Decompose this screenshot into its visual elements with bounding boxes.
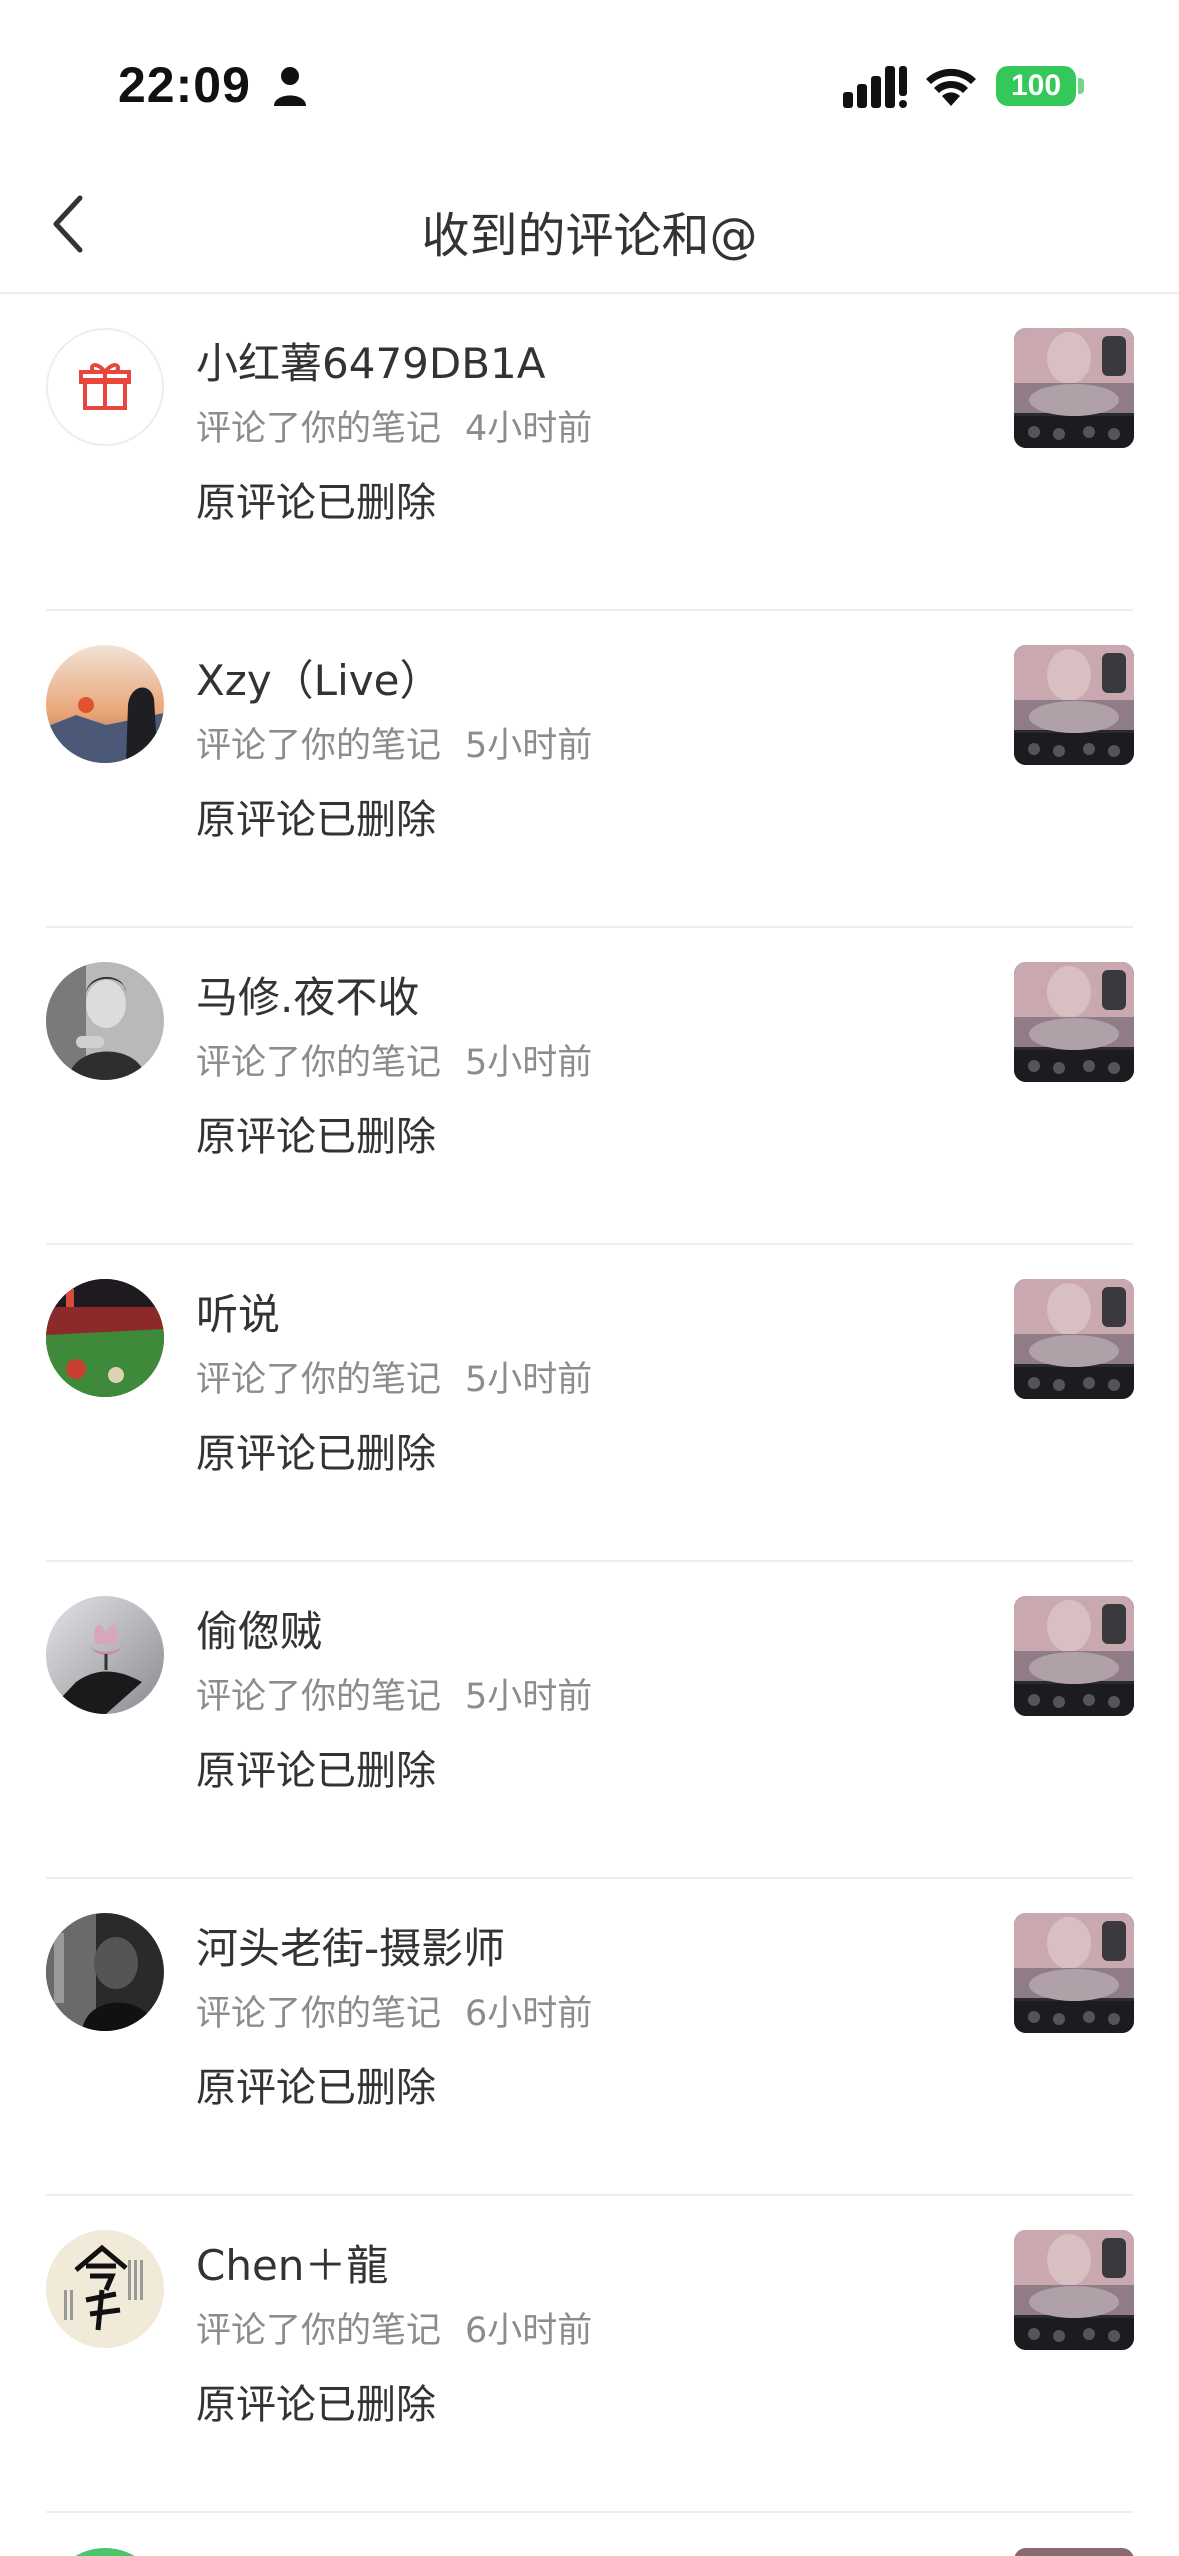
thumbnail-image xyxy=(1014,962,1134,1082)
list-item[interactable]: Xzy（Live） 评论了你的笔记 5小时前 原评论已删除 xyxy=(0,611,1179,928)
avatar-image xyxy=(46,1279,164,1397)
note-thumbnail[interactable] xyxy=(1014,2230,1134,2350)
comment-meta: 评论了你的笔记 5小时前 xyxy=(196,1351,592,1402)
avatar-image xyxy=(46,1596,164,1714)
comment-meta: 评论了你的笔记 5小时前 xyxy=(196,1668,592,1719)
status-bar: 22:09 100 xyxy=(0,0,1179,150)
action-text: 评论了你的笔记 xyxy=(196,1677,442,1717)
gift-avatar[interactable] xyxy=(46,328,164,446)
lotus-avatar[interactable] xyxy=(46,1596,164,1714)
person-icon xyxy=(274,67,306,106)
comment-text: 原评论已删除 xyxy=(196,1114,436,1160)
timestamp: 6小时前 xyxy=(465,2311,593,2351)
username[interactable]: 听说 xyxy=(196,1281,280,1342)
thumbnail-image xyxy=(1014,2230,1134,2350)
thumbnail-image xyxy=(1014,645,1134,765)
avatar-image xyxy=(46,962,164,1080)
username[interactable]: Xzy（Live） xyxy=(196,647,441,708)
partial-list-item[interactable] xyxy=(0,2520,1179,2556)
list-item[interactable]: Chen＋龍 评论了你的笔记 6小时前 原评论已删除 xyxy=(0,2196,1179,2513)
note-thumbnail[interactable] xyxy=(1014,1596,1134,1716)
bw-portrait-avatar[interactable] xyxy=(46,962,164,1080)
action-text: 评论了你的笔记 xyxy=(196,726,442,766)
comments-list: 小红薯6479DB1A 评论了你的笔记 4小时前 原评论已删除 Xzy（Live… xyxy=(0,294,1179,2513)
divider xyxy=(46,2511,1133,2513)
username[interactable]: 偷偬贼 xyxy=(196,1598,322,1659)
nav-bar: 收到的评论和@ xyxy=(0,150,1179,294)
action-text: 评论了你的笔记 xyxy=(196,2311,442,2351)
dark-photo-avatar[interactable] xyxy=(46,1913,164,2031)
note-thumbnail[interactable] xyxy=(1014,1279,1134,1399)
battery-tip xyxy=(1078,78,1084,94)
note-thumbnail[interactable] xyxy=(1014,328,1134,448)
comment-text: 原评论已删除 xyxy=(196,1748,436,1794)
note-thumbnail[interactable] xyxy=(1014,962,1134,1082)
timestamp: 5小时前 xyxy=(465,1677,593,1717)
comment-meta: 评论了你的笔记 4小时前 xyxy=(196,400,592,451)
thumbnail-image xyxy=(1014,328,1134,448)
comment-meta: 评论了你的笔记 6小时前 xyxy=(196,1985,592,2036)
avatar-image xyxy=(46,1913,164,2031)
comment-text: 原评论已删除 xyxy=(196,2065,436,2111)
list-item[interactable]: 偷偬贼 评论了你的笔记 5小时前 原评论已删除 xyxy=(0,1562,1179,1879)
timestamp: 6小时前 xyxy=(465,1994,593,2034)
thumbnail-image xyxy=(1014,1279,1134,1399)
timestamp: 5小时前 xyxy=(465,1043,593,1083)
comment-text: 原评论已删除 xyxy=(196,1431,436,1477)
username[interactable]: Chen＋龍 xyxy=(196,2232,388,2293)
comment-meta: 评论了你的笔记 5小时前 xyxy=(196,1034,592,1085)
action-text: 评论了你的笔记 xyxy=(196,1360,442,1400)
comment-meta: 评论了你的笔记 6小时前 xyxy=(196,2302,592,2353)
list-item[interactable]: 小红薯6479DB1A 评论了你的笔记 4小时前 原评论已删除 xyxy=(0,294,1179,611)
page-title: 收到的评论和@ xyxy=(421,208,758,264)
wifi-icon xyxy=(926,68,976,106)
timestamp: 4小时前 xyxy=(465,409,593,449)
action-text: 评论了你的笔记 xyxy=(196,409,442,449)
signal-icon xyxy=(843,66,907,108)
avatar-image xyxy=(46,2230,164,2348)
partial-avatar[interactable] xyxy=(46,2548,164,2556)
gift-icon xyxy=(79,363,131,410)
note-thumbnail[interactable] xyxy=(1014,1913,1134,2033)
thumbnail-image xyxy=(1014,1596,1134,1716)
username[interactable]: 马修.夜不收 xyxy=(196,964,419,1025)
username[interactable]: 小红薯6479DB1A xyxy=(196,330,546,391)
timestamp: 5小时前 xyxy=(465,1360,593,1400)
note-thumbnail[interactable] xyxy=(1014,645,1134,765)
comment-text: 原评论已删除 xyxy=(196,797,436,843)
calligraphy-avatar[interactable] xyxy=(46,2230,164,2348)
stadium-avatar[interactable] xyxy=(46,1279,164,1397)
thumbnail-image xyxy=(1014,1913,1134,2033)
action-text: 评论了你的笔记 xyxy=(196,1043,442,1083)
comment-meta: 评论了你的笔记 5小时前 xyxy=(196,717,592,768)
partial-thumbnail[interactable] xyxy=(1014,2548,1134,2556)
username[interactable]: 河头老街-摄影师 xyxy=(196,1915,505,1976)
battery-icon: 100 xyxy=(996,66,1076,106)
comment-text: 原评论已删除 xyxy=(196,2382,436,2428)
sunset-avatar[interactable] xyxy=(46,645,164,763)
status-time: 22:09 xyxy=(118,57,251,113)
avatar-image xyxy=(46,645,164,763)
list-item[interactable]: 马修.夜不收 评论了你的笔记 5小时前 原评论已删除 xyxy=(0,928,1179,1245)
timestamp: 5小时前 xyxy=(465,726,593,766)
action-text: 评论了你的笔记 xyxy=(196,1994,442,2034)
list-item[interactable]: 河头老街-摄影师 评论了你的笔记 6小时前 原评论已删除 xyxy=(0,1879,1179,2196)
list-item[interactable]: 听说 评论了你的笔记 5小时前 原评论已删除 xyxy=(0,1245,1179,1562)
comment-text: 原评论已删除 xyxy=(196,480,436,526)
